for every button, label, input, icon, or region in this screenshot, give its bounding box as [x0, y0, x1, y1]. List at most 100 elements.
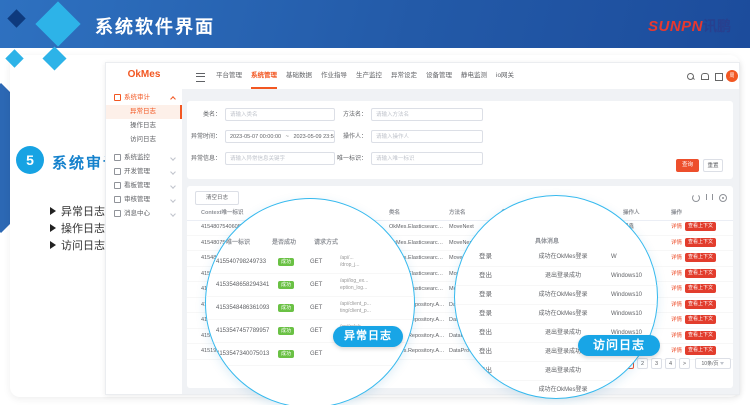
- tab-exception-setting[interactable]: 异常设定: [391, 63, 417, 89]
- view-context-button[interactable]: 查看上下文: [685, 222, 716, 231]
- cell-request-method: GET: [310, 274, 322, 296]
- label-pill-exception-log: 异常日志: [333, 326, 403, 347]
- sidebar-item-system-audit[interactable]: 系统审计: [106, 91, 182, 105]
- detail-link[interactable]: 详情: [671, 240, 682, 246]
- view-context-button[interactable]: 查看上下文: [685, 331, 716, 340]
- tab-static-monitor[interactable]: 静电监测: [461, 63, 487, 89]
- view-context-button[interactable]: 查看上下文: [685, 253, 716, 262]
- view-context-button[interactable]: 查看上下文: [685, 284, 716, 293]
- sidebar-item-system-monitor[interactable]: 系统监控: [106, 151, 182, 165]
- detail-link[interactable]: 详情: [671, 286, 682, 292]
- detail-link[interactable]: 详情: [671, 224, 682, 230]
- sidebar-item-review-manage[interactable]: 审核管理: [106, 193, 182, 207]
- board-icon: [114, 182, 121, 189]
- sidebar-item-exception-log[interactable]: 异常日志: [106, 105, 182, 119]
- page-size-select[interactable]: 10条/页: [695, 358, 731, 369]
- cell-log-type: 登录: [479, 286, 492, 304]
- header-action: 操作: [671, 207, 731, 220]
- header-operator: 操作人: [623, 207, 663, 220]
- tab-io-gateway[interactable]: io网关: [496, 63, 514, 89]
- cell-log-message: 成功在OkMes登录: [517, 381, 609, 399]
- hamburger-icon[interactable]: [196, 73, 205, 82]
- status-badge: 成功: [278, 281, 294, 289]
- page-button-4[interactable]: 4: [665, 358, 676, 369]
- cell-request-method: GET: [310, 251, 322, 273]
- status-badge: 成功: [278, 304, 294, 312]
- detail-link[interactable]: 详情: [671, 317, 682, 323]
- search-icon[interactable]: [687, 73, 694, 80]
- gear-icon[interactable]: [719, 194, 727, 202]
- brand-xunpeng: 讯鹏: [703, 18, 731, 34]
- bubble-table-body: 415540798249733 成功 GET /api/.../drop_j..…: [206, 251, 414, 366]
- cell-request-method: GET: [310, 297, 322, 319]
- reset-button[interactable]: 重置: [703, 159, 723, 172]
- brand-sunpn: SUNPN: [648, 18, 703, 35]
- detail-link[interactable]: 详情: [671, 333, 682, 339]
- view-context-button[interactable]: 查看上下文: [685, 269, 716, 278]
- avatar[interactable]: 周: [726, 70, 738, 82]
- page-next-button[interactable]: >: [679, 358, 690, 369]
- cell-unique-id: 4153548658294341: [216, 274, 278, 296]
- bubble-table-row: 登出 退出登录成功 Windows10: [455, 267, 657, 286]
- tab-platform[interactable]: 平台管理: [216, 63, 242, 89]
- detail-link[interactable]: 详情: [671, 302, 682, 308]
- clear-log-button[interactable]: 清空日志: [195, 191, 239, 205]
- cell-request-method: GET: [310, 320, 322, 342]
- bubble-table-row: 登录 成功在OkMes登录 Windows10: [455, 286, 657, 305]
- cell-log-message: 退出登录成功: [517, 362, 609, 380]
- cell-os: Windows10: [611, 305, 642, 323]
- audit-icon: [114, 94, 121, 101]
- sidebar-item-operation-log[interactable]: 操作日志: [106, 119, 182, 133]
- label-pill-access-log: 访问日志: [578, 335, 660, 356]
- list-item-access-log: 访问日志: [50, 239, 105, 253]
- arrow-bullet-icon: [50, 224, 56, 232]
- sidebar-item-access-log[interactable]: 访问日志: [106, 133, 182, 147]
- cell-class: OkMes.Elasticsearch.ESRep...: [389, 220, 446, 235]
- chevron-down-icon: [170, 211, 176, 217]
- tab-work-guide[interactable]: 作业指导: [321, 63, 347, 89]
- cell-unique-id: 4153547340075013: [216, 343, 278, 365]
- magnifier-bubble-exception: 唯一标识 是否成功 请求方式 415540798249733 成功 GET /a…: [205, 198, 415, 405]
- cell-unique-id: 415540798249733: [216, 251, 278, 273]
- sidebar-item-dev-manage[interactable]: 开发管理: [106, 165, 182, 179]
- chevron-down-icon: [170, 197, 176, 203]
- detail-link[interactable]: 详情: [671, 255, 682, 261]
- view-context-button[interactable]: 查看上下文: [685, 315, 716, 324]
- status-badge: 成功: [278, 258, 294, 266]
- view-context-button[interactable]: 查看上下文: [685, 238, 716, 247]
- view-context-button[interactable]: 查看上下文: [685, 346, 716, 355]
- cell-action: 详情查看上下文: [671, 267, 731, 282]
- unique-id-input[interactable]: [371, 152, 483, 165]
- app-logo: OkMes: [106, 69, 182, 80]
- detail-link[interactable]: 详情: [671, 271, 682, 277]
- bell-icon[interactable]: [701, 73, 709, 79]
- cell-log-message: 退出登录成功: [517, 267, 609, 285]
- tab-basic-data[interactable]: 基础数据: [286, 63, 312, 89]
- header-class: 类名: [389, 207, 446, 220]
- bubble-table-row: 4153548658294341 成功 GET /api/log_ex...ep…: [206, 274, 414, 297]
- tab-device-manage[interactable]: 设备管理: [426, 63, 452, 89]
- view-context-button[interactable]: 查看上下文: [685, 300, 716, 309]
- bubble-table-row: 登录 成功在OkMes登录: [455, 381, 657, 399]
- bubble-table-row: 登录 成功在OkMes登录 W: [455, 248, 657, 267]
- cell-request-path: /api/client_p...ting/client_p...: [340, 301, 402, 315]
- column-settings-icon[interactable]: [706, 194, 713, 200]
- list-item-operation-log: 操作日志: [50, 222, 105, 236]
- top-nav-tabs: 平台管理 系统管理 基础数据 作业指导 生产监控 异常设定 设备管理 静电监测 …: [216, 63, 514, 89]
- refresh-icon[interactable]: [692, 194, 700, 202]
- cell-log-type: 登出: [479, 324, 492, 342]
- sidebar-item-message-center[interactable]: 消息中心: [106, 207, 182, 221]
- operator-input[interactable]: [371, 130, 483, 143]
- cell-request-path: /api/.../drop_j...: [340, 255, 402, 269]
- tab-system[interactable]: 系统管理: [251, 63, 277, 89]
- step-number-badge: 5: [16, 146, 44, 174]
- exception-time-label: 异常时间：: [187, 130, 221, 145]
- filter-panel: 类名： 方法名： 异常时间： 操作人： 异常信息： 唯一标识： 查询 重置: [187, 101, 733, 179]
- method-name-input[interactable]: [371, 108, 483, 121]
- sidebar-item-board-manage[interactable]: 看板管理: [106, 179, 182, 193]
- fullscreen-icon[interactable]: [715, 73, 723, 81]
- tab-production-monitor[interactable]: 生产监控: [356, 63, 382, 89]
- search-button[interactable]: 查询: [676, 159, 699, 172]
- detail-link[interactable]: 详情: [671, 348, 682, 354]
- class-name-label: 类名：: [187, 108, 221, 123]
